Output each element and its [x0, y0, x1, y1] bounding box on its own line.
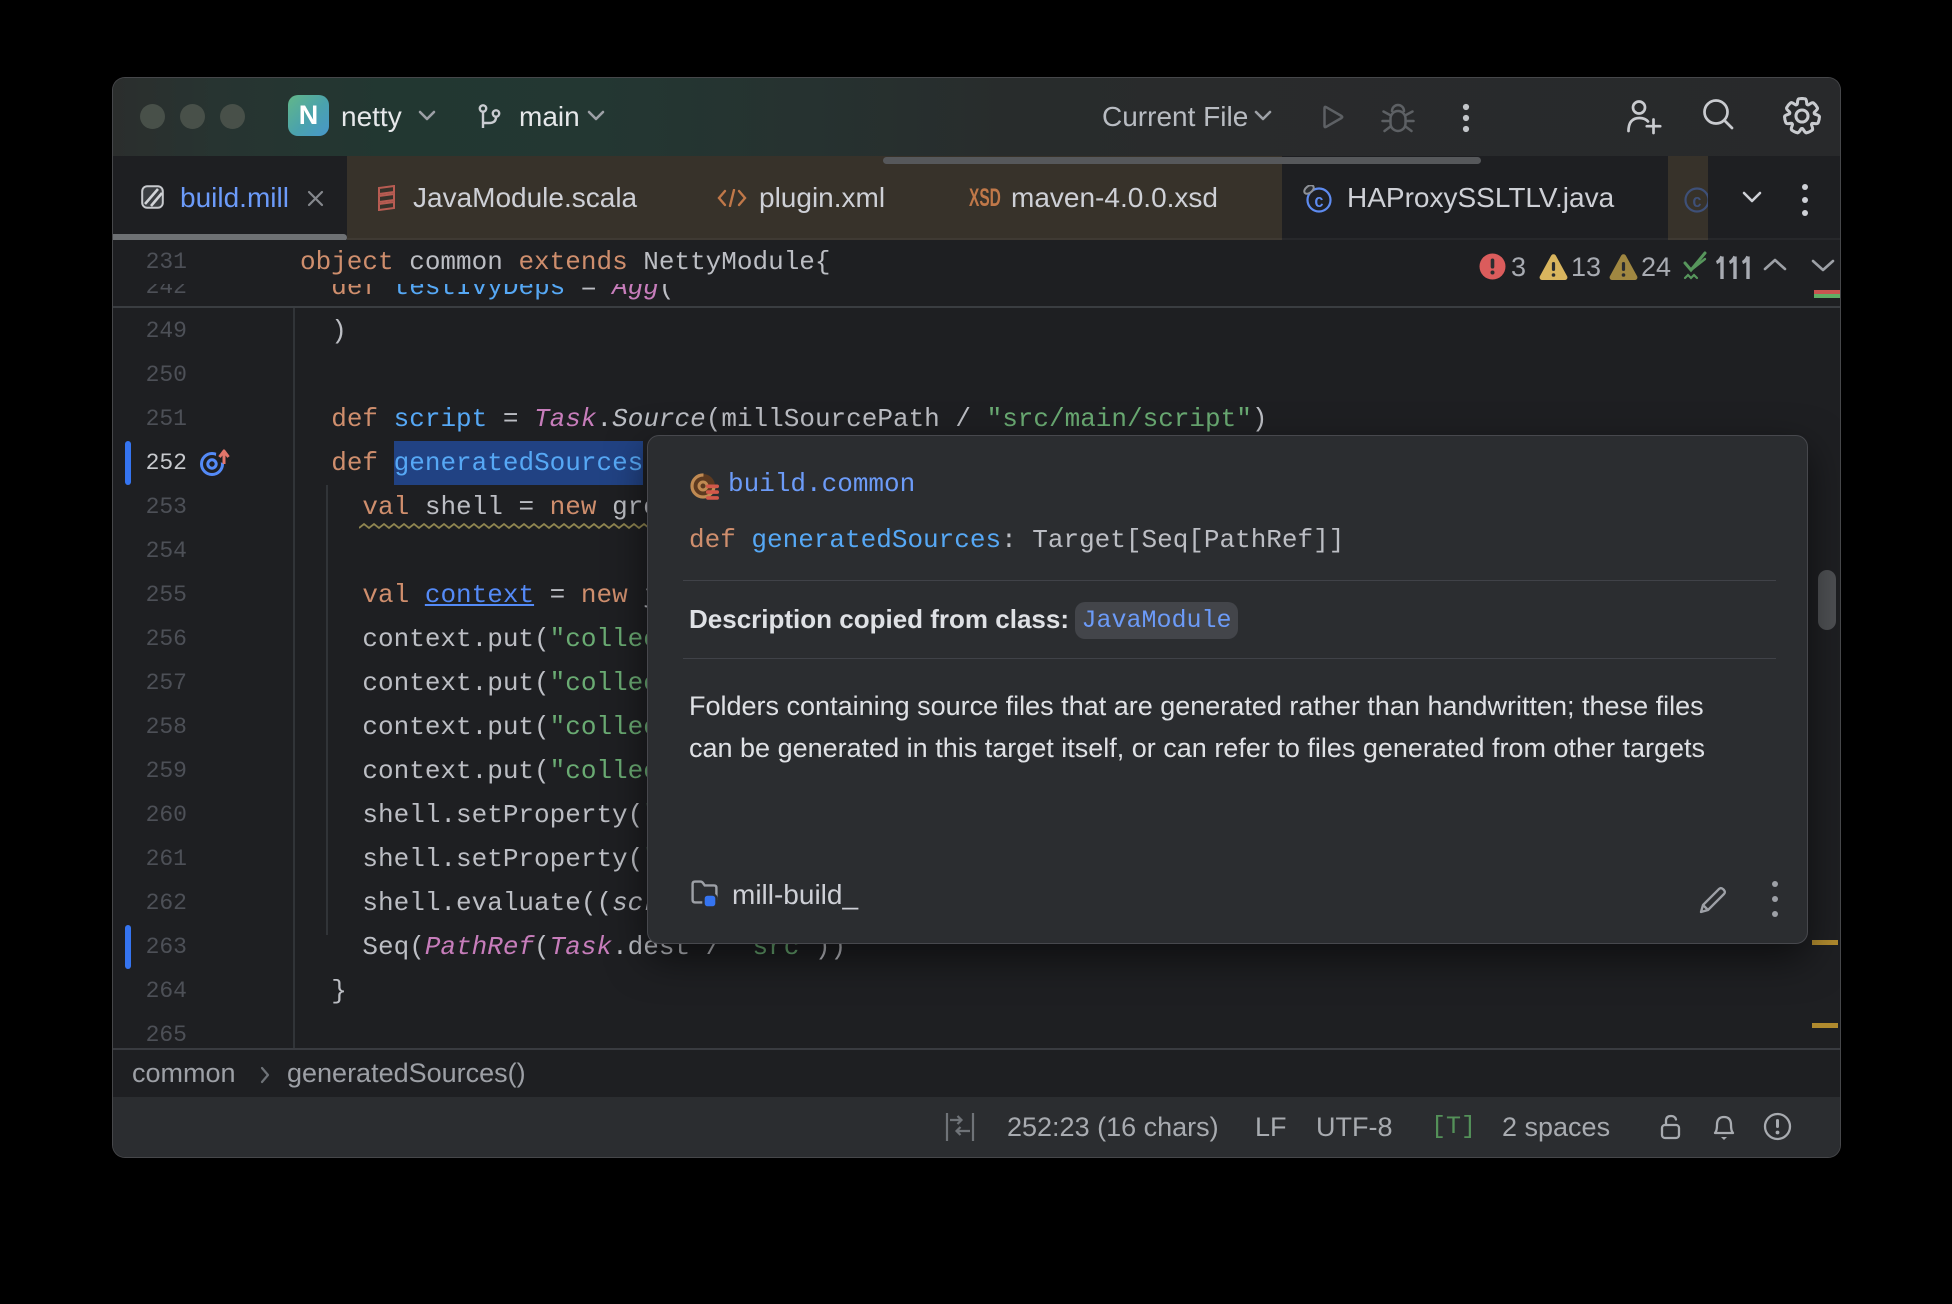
svg-text:C: C — [1314, 195, 1323, 212]
svg-text:C: C — [1692, 195, 1701, 212]
